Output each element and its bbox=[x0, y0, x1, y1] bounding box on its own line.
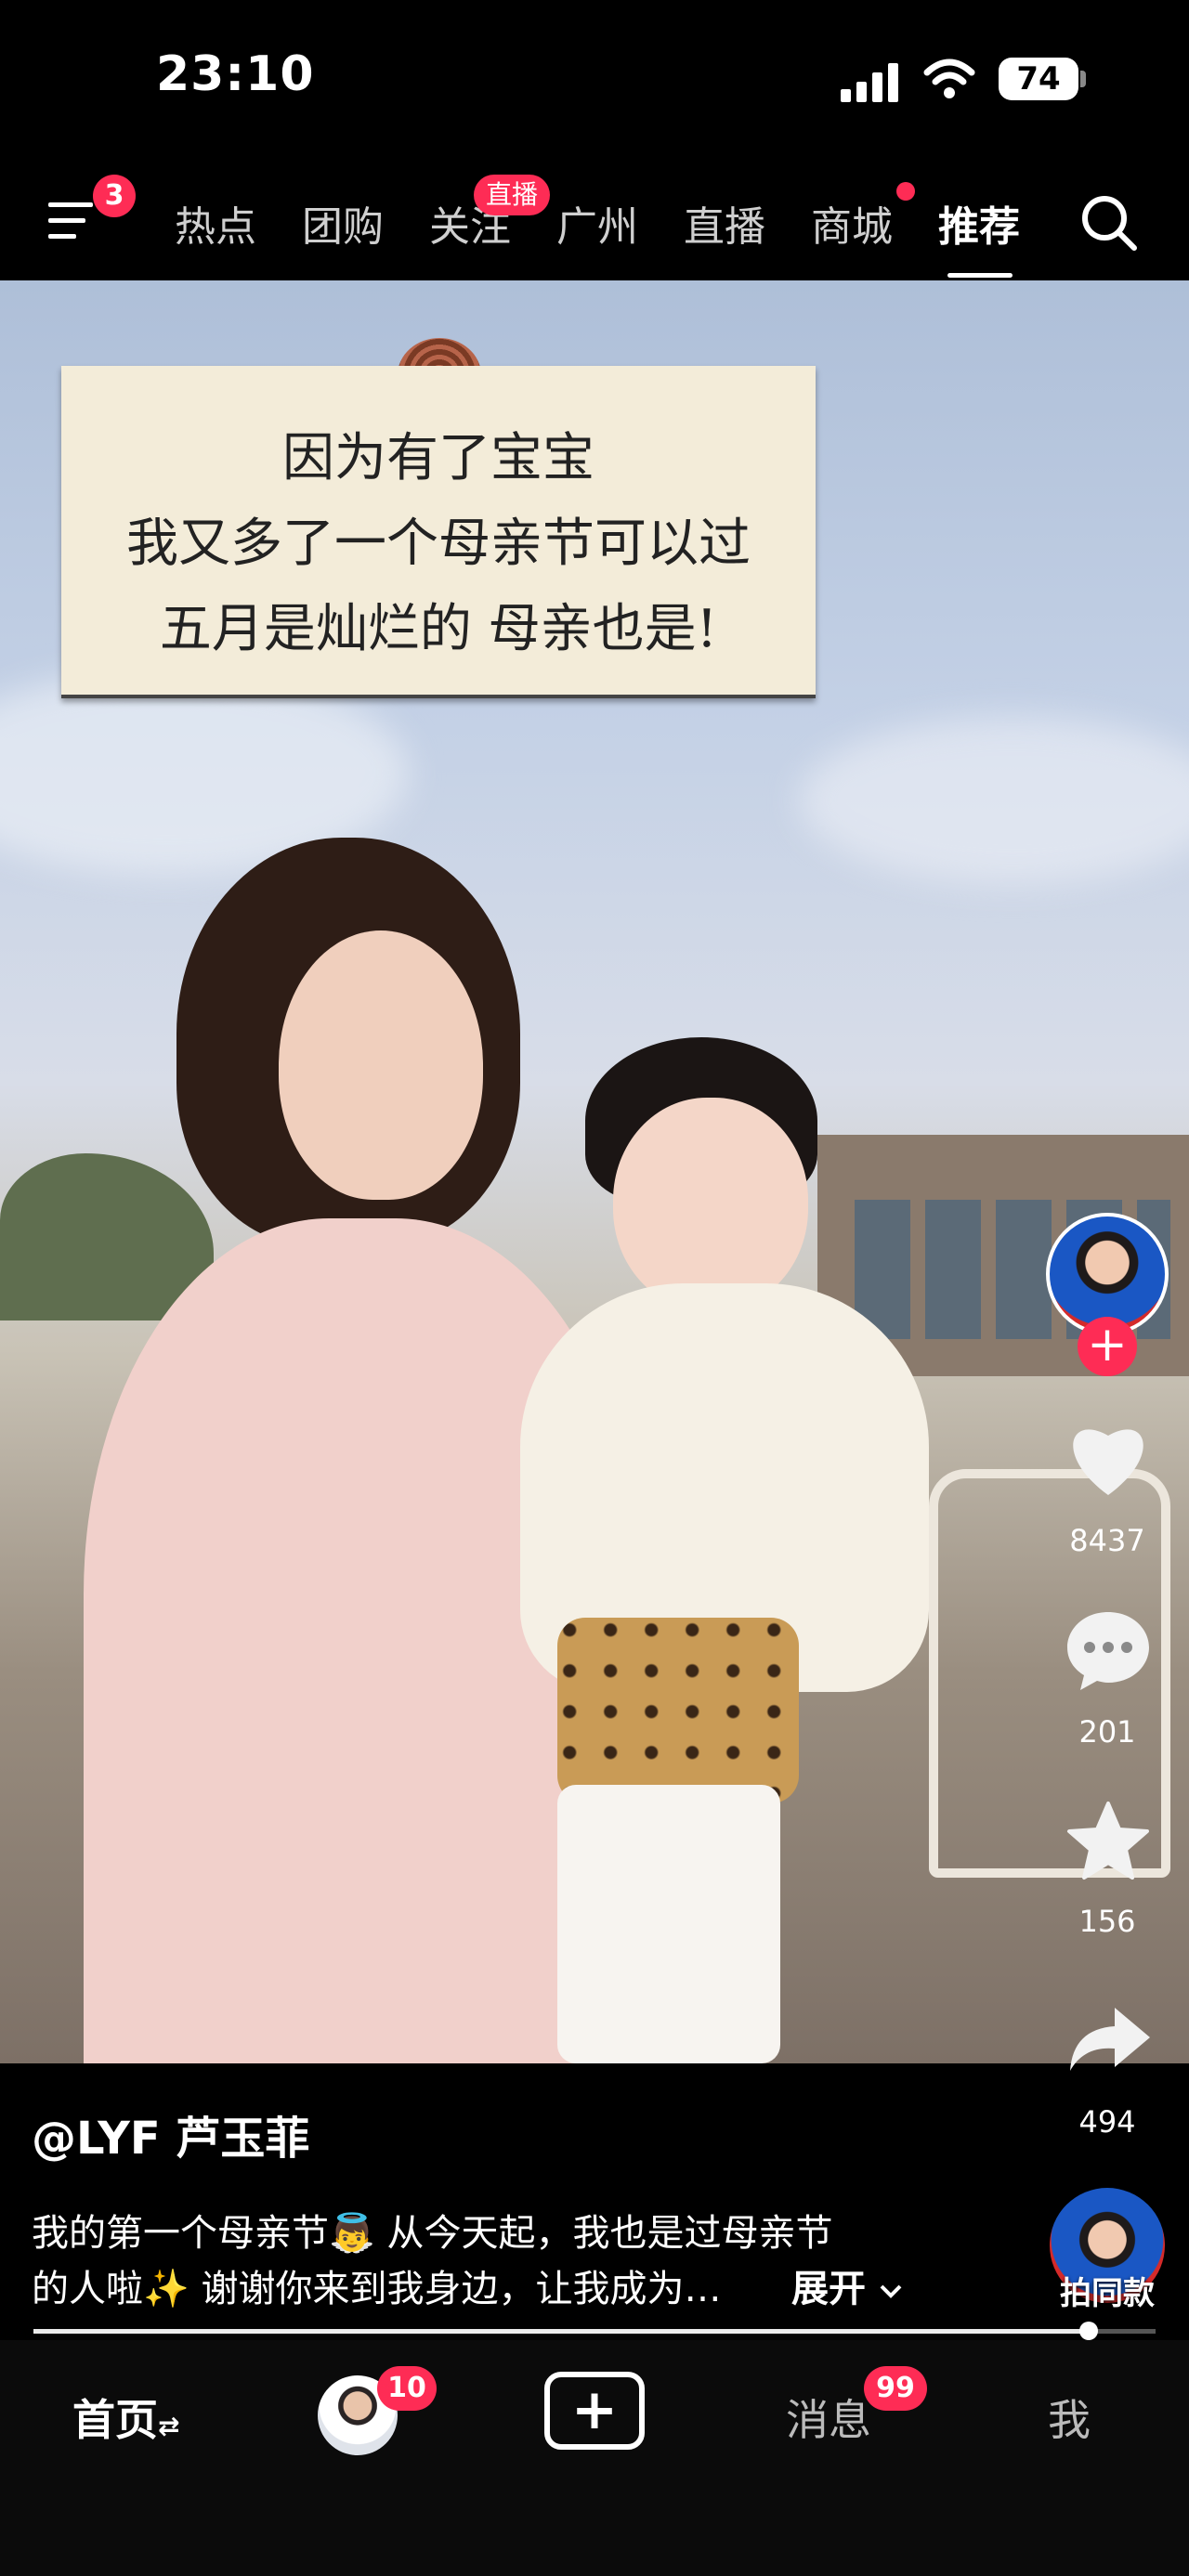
video-player[interactable]: 因为有了宝宝 我又多了一个母亲节可以过 五月是灿烂的 母亲也是! bbox=[0, 280, 1189, 2063]
tab-group-buy[interactable]: 团购 bbox=[302, 193, 384, 253]
star-icon[interactable] bbox=[1066, 1800, 1150, 1883]
heart-icon[interactable] bbox=[1064, 1419, 1153, 1499]
search-icon[interactable] bbox=[1079, 193, 1139, 253]
baby-face bbox=[613, 1098, 808, 1311]
share-icon[interactable] bbox=[1066, 2004, 1152, 2075]
progress-knob[interactable] bbox=[1078, 2322, 1098, 2340]
share-count: 494 bbox=[1078, 2104, 1136, 2140]
nav-me[interactable]: 我 bbox=[1048, 2387, 1091, 2448]
caption-line-2: 的人啦✨ 谢谢你来到我身边，让我成为… bbox=[32, 2268, 722, 2310]
friends-badge: 10 bbox=[377, 2366, 437, 2411]
woman-face bbox=[279, 930, 483, 1200]
note-line-2: 我又多了一个母亲节可以过 bbox=[126, 514, 751, 574]
nav-home-label: 首页 bbox=[72, 2395, 158, 2445]
menu-button[interactable] bbox=[48, 199, 97, 243]
active-tab-indicator bbox=[947, 273, 1013, 278]
tab-recommend[interactable]: 推荐 bbox=[938, 193, 1020, 253]
mall-red-dot bbox=[896, 182, 915, 201]
chevron-down-icon bbox=[880, 2284, 902, 2298]
plus-icon: + bbox=[1087, 1317, 1128, 1373]
follow-button[interactable]: + bbox=[1078, 1317, 1137, 1376]
note-line-3: 五月是灿烂的 母亲也是! bbox=[159, 599, 718, 659]
nav-messages[interactable]: 消息 bbox=[786, 2387, 871, 2448]
battery-indicator: 74 bbox=[999, 58, 1078, 100]
menu-icon bbox=[48, 202, 93, 239]
wifi-icon bbox=[923, 59, 975, 98]
author-name[interactable]: @LYF 芦玉菲 bbox=[32, 2101, 309, 2166]
cloud-shape bbox=[799, 717, 1189, 884]
expand-label: 展开 bbox=[791, 2268, 866, 2310]
tab-guangzhou[interactable]: 广州 bbox=[556, 193, 638, 253]
favorite-count: 156 bbox=[1078, 1904, 1136, 1939]
baby-legs bbox=[557, 1785, 780, 2063]
switch-arrows-icon: ⇄ bbox=[158, 2411, 180, 2441]
expand-button[interactable]: 展开 bbox=[791, 2258, 903, 2312]
comment-icon[interactable] bbox=[1064, 1608, 1153, 1692]
create-button[interactable]: + bbox=[544, 2372, 645, 2450]
paper-note: 因为有了宝宝 我又多了一个母亲节可以过 五月是灿烂的 母亲也是! bbox=[61, 366, 816, 698]
live-badge: 直播 bbox=[474, 175, 550, 215]
menu-badge: 3 bbox=[93, 175, 136, 217]
like-count: 8437 bbox=[1069, 1523, 1145, 1558]
tab-mall[interactable]: 商城 bbox=[811, 193, 893, 253]
note-line-1: 因为有了宝宝 bbox=[282, 428, 594, 488]
same-style-label: 拍同款 bbox=[1060, 2275, 1155, 2312]
plus-icon: + bbox=[570, 2377, 619, 2442]
nav-home[interactable]: 首页⇄ bbox=[72, 2387, 179, 2448]
tab-hot[interactable]: 热点 bbox=[175, 193, 256, 253]
status-time: 23:10 bbox=[156, 46, 315, 102]
caption-line-1: 我的第一个母亲节👼 从今天起，我也是过母亲节 bbox=[32, 2212, 833, 2255]
messages-badge: 99 bbox=[864, 2366, 927, 2411]
comment-count: 201 bbox=[1078, 1714, 1136, 1750]
progress-fill bbox=[33, 2329, 1089, 2334]
battery-tip bbox=[1080, 71, 1086, 87]
baby-leopard-pants bbox=[557, 1618, 799, 1803]
tab-live[interactable]: 直播 bbox=[684, 193, 765, 253]
same-style-button[interactable]: 拍同款 bbox=[1046, 2188, 1169, 2312]
cellular-signal-icon bbox=[841, 59, 900, 102]
